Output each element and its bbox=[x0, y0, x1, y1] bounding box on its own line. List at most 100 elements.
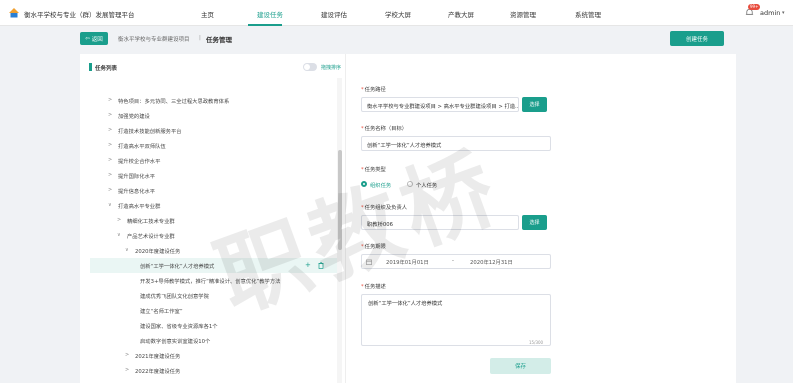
tree-node-label: 提升校企合作水平 bbox=[118, 159, 161, 165]
tree-node-label: 产品艺术设计专业群 bbox=[127, 234, 175, 240]
panel-divider bbox=[345, 54, 346, 383]
notification-badge: 99+ bbox=[748, 4, 761, 10]
tree-node-label: 启动数字创意实训室建设10个 bbox=[140, 339, 211, 345]
chevron-right-icon: > bbox=[108, 187, 113, 193]
tree-node[interactable]: > 提升信息化水平 bbox=[90, 183, 340, 198]
task-description-textarea[interactable]: 创新“工学一体化”人才培养模式 bbox=[361, 294, 551, 346]
nav-active-indicator bbox=[248, 24, 282, 26]
trash-icon[interactable] bbox=[318, 262, 324, 269]
end-date: 2020年12月31日 bbox=[470, 260, 513, 266]
chevron-right-icon: > bbox=[108, 112, 113, 118]
breadcrumb-parent[interactable]: 衡水平学校与专业群建设项目 bbox=[118, 35, 190, 43]
tree-node[interactable]: ∨ 产品艺术设计专业群 bbox=[90, 228, 340, 243]
logo-icon bbox=[9, 8, 19, 18]
chevron-down-icon: ∨ bbox=[108, 202, 112, 208]
tree-node-label: 打造技术技能创新服务平台 bbox=[118, 129, 182, 135]
drag-sort-label: 拖拽排序 bbox=[321, 65, 342, 71]
chevron-right-icon: > bbox=[125, 352, 130, 358]
calendar-icon bbox=[366, 259, 372, 265]
brand-title: 衡水平学校与专业（群）发展管理平台 bbox=[24, 11, 135, 19]
date-separator: - bbox=[452, 258, 454, 264]
chevron-right-icon: > bbox=[108, 127, 113, 133]
chevron-down-icon[interactable]: ▾ bbox=[782, 10, 785, 16]
nav-item-school-screen[interactable]: 学校大屏 bbox=[385, 9, 411, 19]
owner-label: *任务组织及负责人 bbox=[361, 205, 408, 211]
radio-org-task-label[interactable]: 组织任务 bbox=[370, 181, 391, 189]
tree-node-selected[interactable]: 创新“工学一体化”人才培养模式 + bbox=[90, 258, 340, 273]
tree-node-label: 建设国家、省级专业资源库各1个 bbox=[140, 324, 218, 330]
panel-title-accent bbox=[89, 63, 92, 71]
tree-node[interactable]: 建设国家、省级专业资源库各1个 bbox=[90, 318, 340, 333]
radio-personal-task-label[interactable]: 个人任务 bbox=[416, 181, 437, 189]
tree-node[interactable]: > 提升国际化水平 bbox=[90, 168, 340, 183]
tree-node[interactable]: 启动数字创意实训室建设10个 bbox=[90, 333, 340, 348]
tree-node[interactable]: 建成优秀飞团队文化创意学院 bbox=[90, 288, 340, 303]
tree-node-label: 2020年度建设任务 bbox=[135, 249, 181, 255]
chevron-down-icon: ∨ bbox=[117, 232, 121, 238]
tree-node-label: 加强党的建设 bbox=[118, 114, 150, 120]
chevron-right-icon: > bbox=[108, 172, 113, 178]
breadcrumb-separator: | bbox=[199, 35, 201, 41]
tree-node-label: 提升信息化水平 bbox=[118, 189, 156, 195]
start-date: 2019年01月01日 bbox=[386, 260, 429, 266]
nav-item-industry-screen[interactable]: 产教大屏 bbox=[448, 9, 474, 19]
tree-node-label: 2022年度建设任务 bbox=[135, 369, 181, 375]
chevron-down-icon: ∨ bbox=[125, 247, 129, 253]
chevron-right-icon: > bbox=[125, 367, 130, 373]
select-path-button[interactable]: 选择 bbox=[522, 97, 547, 112]
tree-node[interactable]: > 提升校企合作水平 bbox=[90, 153, 340, 168]
chevron-right-icon: > bbox=[108, 142, 113, 148]
task-name-input[interactable]: 创新“工学一体化”人才培养模式 bbox=[361, 136, 551, 151]
type-label: *任务类型 bbox=[361, 167, 386, 173]
nav-item-evaluation[interactable]: 建设评估 bbox=[321, 9, 347, 19]
tree-node-label: 打造高水平双师队伍 bbox=[118, 144, 166, 150]
path-field[interactable]: 衡水平学校与专业群建设项目 > 高水平专业群建设项目 > 打造... bbox=[361, 97, 519, 112]
arrow-left-icon: ⇦ bbox=[85, 35, 90, 42]
radio-personal-task[interactable] bbox=[407, 181, 413, 187]
tree-node[interactable]: > 特色项目：多元协同、三全过程大思政教育体系 bbox=[90, 93, 340, 108]
tree-node[interactable]: ∨ 打造高水平专业群 bbox=[90, 198, 340, 213]
tree-scrollbar-thumb[interactable] bbox=[338, 150, 342, 250]
tree-node[interactable]: ∨ 2020年度建设任务 bbox=[90, 243, 340, 258]
tree-node-label: 2021年度建设任务 bbox=[135, 354, 181, 360]
tree-node[interactable]: >2021年度建设任务 bbox=[90, 348, 340, 363]
tree-node-label: 建成优秀飞团队文化创意学院 bbox=[140, 294, 209, 300]
toggle-knob bbox=[304, 64, 310, 70]
tree-node[interactable]: 开发3+导师教学模式，推行“精准设计、创意优化”教学方法 bbox=[90, 273, 340, 288]
radio-org-task[interactable] bbox=[361, 181, 367, 187]
owner-field[interactable]: 职教桥006 bbox=[361, 215, 519, 230]
nav-item-home[interactable]: 主页 bbox=[201, 9, 214, 19]
tree-node-label: 特色项目：多元协同、三全过程大思政教育体系 bbox=[118, 99, 230, 105]
tree-node[interactable]: > 打造技术技能创新服务平台 bbox=[90, 123, 340, 138]
tree-node[interactable]: > 精细化工技术专业群 bbox=[90, 213, 340, 228]
tree-node[interactable]: 建立“名师工作室” bbox=[90, 303, 340, 318]
tree-node-label: 建立“名师工作室” bbox=[140, 309, 183, 315]
tree-node-label: 打造高水平专业群 bbox=[118, 204, 161, 210]
nav-item-resources[interactable]: 资源管理 bbox=[510, 9, 536, 19]
tree-node-label: 创新“工学一体化”人才培养模式 bbox=[140, 264, 215, 270]
char-counter: 15/300 bbox=[529, 340, 544, 345]
add-child-icon[interactable]: + bbox=[305, 261, 311, 269]
period-label: *任务期限 bbox=[361, 244, 386, 250]
task-tree: > 特色项目：多元协同、三全过程大思政教育体系 > 加强党的建设 > 打造技术技能创新… bbox=[90, 78, 340, 383]
desc-label: *任务描述 bbox=[361, 284, 386, 290]
create-task-button[interactable]: 创建任务 bbox=[670, 31, 724, 46]
tree-node-label: 提升国际化水平 bbox=[118, 174, 156, 180]
user-name[interactable]: admin bbox=[760, 9, 780, 17]
back-button-label: 返回 bbox=[91, 36, 103, 43]
tree-node-label: 开发3+导师教学模式，推行“精准设计、创意优化”教学方法 bbox=[140, 279, 281, 285]
back-button[interactable]: ⇦ 返回 bbox=[80, 32, 108, 45]
chevron-right-icon: > bbox=[108, 97, 113, 103]
name-label: *任务名称（目标） bbox=[361, 126, 408, 132]
chevron-right-icon: > bbox=[117, 217, 122, 223]
breadcrumb-current: 任务管理 bbox=[206, 36, 232, 44]
tree-node-label: 精细化工技术专业群 bbox=[127, 219, 175, 225]
select-owner-button[interactable]: 选择 bbox=[522, 215, 547, 230]
panel-title: 任务列表 bbox=[95, 66, 118, 72]
nav-item-system[interactable]: 系统管理 bbox=[575, 9, 601, 19]
save-button[interactable]: 保存 bbox=[490, 358, 551, 374]
tree-node[interactable]: > 加强党的建设 bbox=[90, 108, 340, 123]
tree-node[interactable]: > 打造高水平双师队伍 bbox=[90, 138, 340, 153]
tree-node[interactable]: >2022年度建设任务 bbox=[90, 363, 340, 378]
nav-item-tasks[interactable]: 建设任务 bbox=[257, 9, 283, 19]
